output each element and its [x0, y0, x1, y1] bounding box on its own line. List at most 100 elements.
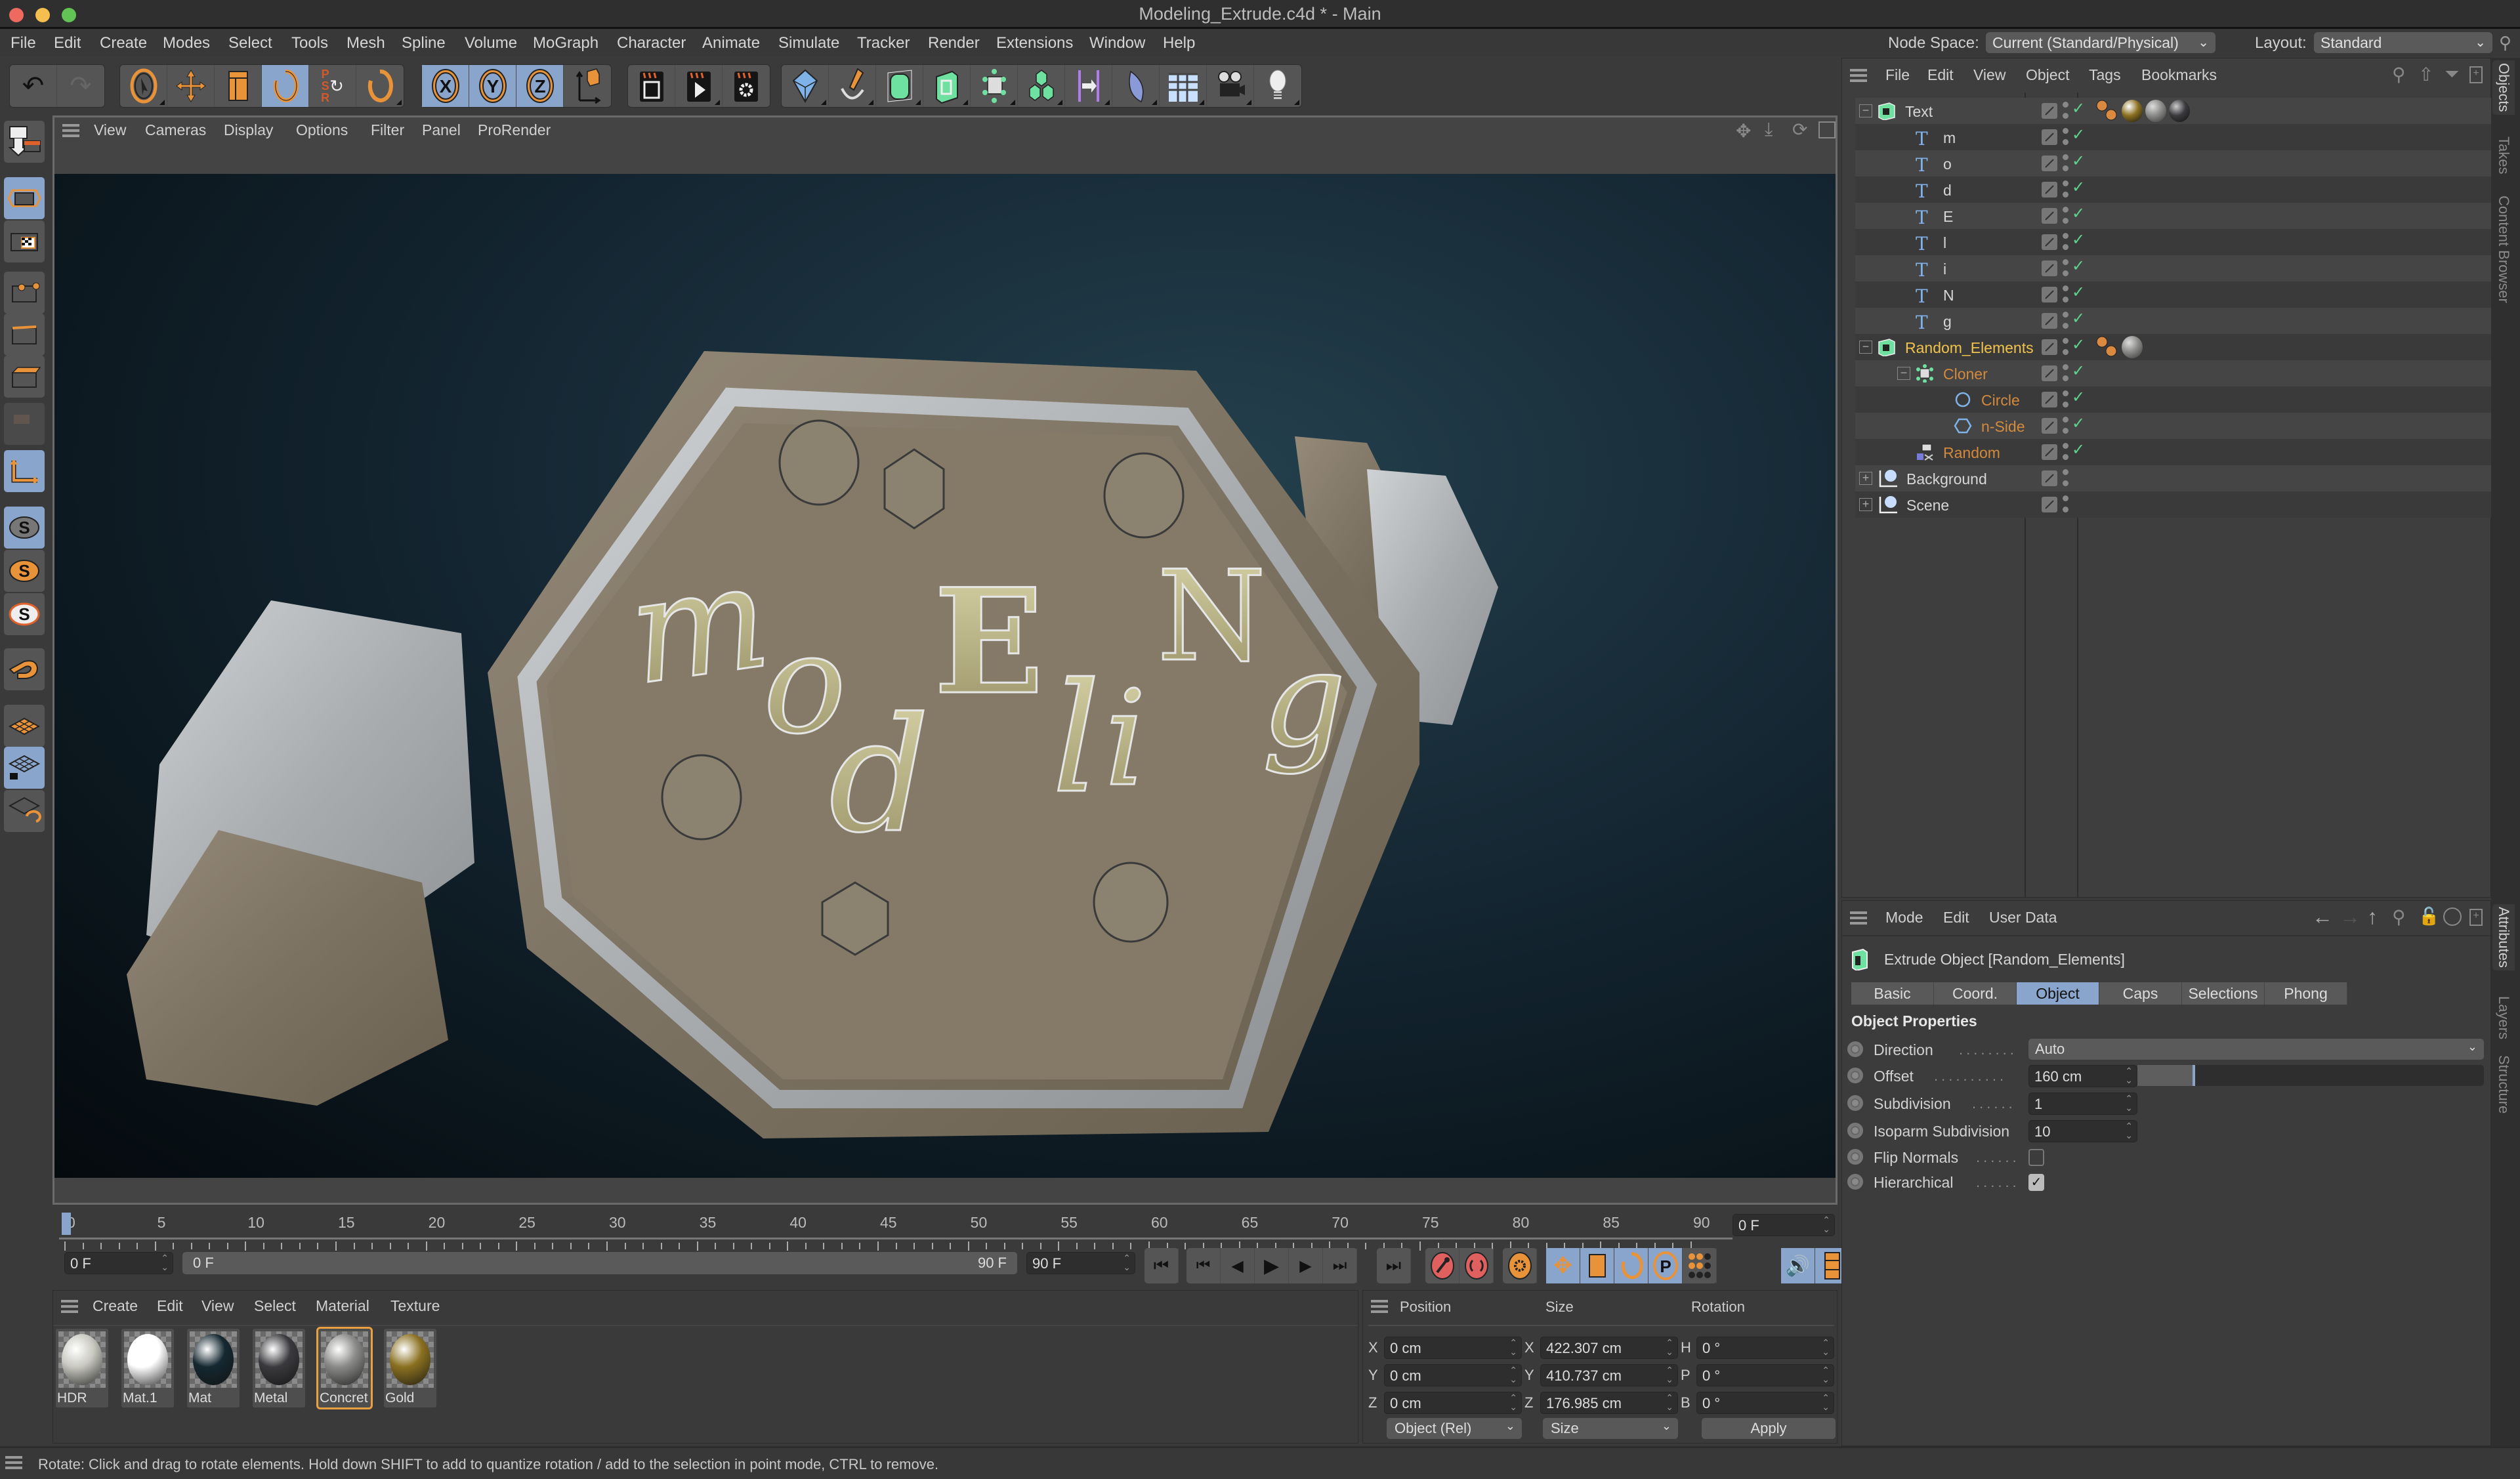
- object-row-g[interactable]: Tg ✓: [1855, 308, 2492, 334]
- tab-phong[interactable]: Phong: [2265, 982, 2347, 1005]
- object-menu-file[interactable]: File: [1885, 66, 1910, 84]
- gold-mat-tag-icon[interactable]: [2122, 100, 2143, 122]
- status-menu-icon[interactable]: [5, 1456, 22, 1469]
- menu-volume[interactable]: Volume: [465, 34, 517, 52]
- menu-simulate[interactable]: Simulate: [778, 34, 839, 52]
- fracture-button[interactable]: [1018, 65, 1065, 107]
- tab-selections[interactable]: Selections: [2182, 982, 2265, 1005]
- phong-tag-icon[interactable]: [2095, 99, 2118, 123]
- play-button[interactable]: ▶: [1255, 1248, 1289, 1283]
- concrete-mat-tag-icon[interactable]: [2145, 100, 2166, 122]
- spinner-icon[interactable]: ⌃ ⌄: [1822, 1215, 1830, 1234]
- tab-basic[interactable]: Basic: [1851, 982, 1934, 1005]
- side-tab-takes[interactable]: Takes: [2495, 136, 2512, 174]
- cube-button[interactable]: [782, 65, 829, 107]
- animate-dot-icon[interactable]: [1847, 1123, 1863, 1138]
- enabled-check-icon[interactable]: ✓: [2072, 362, 2085, 381]
- metal-mat-tag-icon[interactable]: [2169, 100, 2190, 122]
- visibility-dots-icon[interactable]: [2063, 207, 2069, 225]
- position-y-field[interactable]: 0 cm ⌃ ⌄: [1384, 1364, 1522, 1386]
- object-name[interactable]: d: [1943, 182, 1952, 199]
- viewport-menu-prorender[interactable]: ProRender: [478, 121, 551, 139]
- object-menu-bookmarks[interactable]: Bookmarks: [2141, 66, 2217, 84]
- y-axis-lock-button[interactable]: Y: [469, 65, 516, 107]
- object-row-scene[interactable]: + Scene: [1855, 491, 2492, 518]
- material-menu-create[interactable]: Create: [93, 1297, 138, 1315]
- menu-select[interactable]: Select: [228, 34, 272, 52]
- symmetry-deformer-button[interactable]: [1065, 65, 1112, 107]
- back-arrow-icon[interactable]: ←: [2312, 905, 2333, 929]
- recent-tool-button[interactable]: [356, 65, 404, 107]
- layer-edit-icon[interactable]: [2042, 497, 2057, 512]
- flip-normals-checkbox[interactable]: [2028, 1149, 2044, 1166]
- visibility-dots-icon[interactable]: [2063, 259, 2069, 278]
- side-tab-structure[interactable]: Structure: [2495, 1055, 2512, 1114]
- object-name[interactable]: Circle: [1981, 392, 2020, 409]
- tab-coord[interactable]: Coord.: [1934, 982, 2017, 1005]
- object-name[interactable]: Background: [1906, 470, 1987, 488]
- layer-edit-icon[interactable]: [2042, 208, 2057, 224]
- animate-dot-icon[interactable]: [1847, 1068, 1863, 1083]
- size-x-field[interactable]: 422.307 cm ⌃ ⌄: [1540, 1337, 1678, 1359]
- pan-icon[interactable]: ✥: [1736, 120, 1751, 142]
- object-row-d[interactable]: Td ✓: [1855, 177, 2492, 203]
- attribute-menu-mode[interactable]: Mode: [1885, 909, 1923, 927]
- layer-edit-icon[interactable]: [2042, 365, 2057, 381]
- attribute-menu-icon[interactable]: [1850, 911, 1867, 925]
- locked-workplane-button[interactable]: [4, 747, 45, 789]
- direction-dropdown[interactable]: Auto ⌄: [2028, 1039, 2484, 1060]
- uv-mode-button[interactable]: [4, 403, 45, 445]
- side-tab-content-browser[interactable]: Content Browser: [2495, 196, 2512, 303]
- object-row-circle[interactable]: Circle ✓: [1855, 386, 2492, 413]
- material-swatch[interactable]: Metal: [253, 1329, 305, 1407]
- next-key-button[interactable]: ⏭: [1323, 1248, 1357, 1283]
- object-menu-view[interactable]: View: [1973, 66, 2006, 84]
- object-row-o[interactable]: To ✓: [1855, 150, 2492, 177]
- size-z-field[interactable]: 176.985 cm ⌃ ⌄: [1540, 1392, 1678, 1414]
- object-row-text[interactable]: − Text ✓: [1855, 98, 2492, 124]
- object-name[interactable]: i: [1943, 260, 1946, 278]
- current-frame-field[interactable]: 0 F ⌃ ⌄: [1732, 1214, 1835, 1236]
- object-menu-object[interactable]: Object: [2026, 66, 2069, 84]
- phong-tag-icon[interactable]: [2095, 335, 2118, 359]
- range-slider[interactable]: 0 F 90 F: [182, 1252, 1017, 1274]
- object-name[interactable]: g: [1943, 313, 1952, 331]
- visibility-dots-icon[interactable]: [2063, 154, 2069, 173]
- enabled-check-icon[interactable]: ✓: [2072, 204, 2085, 223]
- x-axis-lock-button[interactable]: X: [422, 65, 469, 107]
- viewport-menu-options[interactable]: Options: [296, 121, 348, 139]
- menu-animate[interactable]: Animate: [702, 34, 760, 52]
- enabled-check-icon[interactable]: ✓: [2072, 125, 2085, 144]
- material-swatch[interactable]: Mat: [187, 1329, 240, 1407]
- render-settings-button[interactable]: [723, 65, 770, 107]
- workplane-button[interactable]: [4, 705, 45, 747]
- record-key-button[interactable]: [1425, 1248, 1460, 1283]
- material-menu-select[interactable]: Select: [254, 1297, 296, 1315]
- live-selection-button[interactable]: [120, 65, 167, 107]
- subdivision-field[interactable]: 1 ⌃ ⌄: [2028, 1093, 2137, 1115]
- enabled-check-icon[interactable]: ✓: [2072, 414, 2085, 433]
- animate-dot-icon[interactable]: [1847, 1095, 1863, 1111]
- isoparm-field[interactable]: 10 ⌃ ⌄: [2028, 1120, 2137, 1142]
- object-row-cloner[interactable]: − Cloner ✓: [1855, 360, 2492, 386]
- animate-dot-icon[interactable]: [1847, 1174, 1863, 1190]
- enabled-check-icon[interactable]: ✓: [2072, 152, 2085, 171]
- menu-extensions[interactable]: Extensions: [996, 34, 1073, 52]
- prev-frame-button[interactable]: ◀: [1221, 1248, 1255, 1283]
- size-y-field[interactable]: 410.737 cm ⌃ ⌄: [1540, 1364, 1678, 1386]
- side-tab-layers[interactable]: Layers: [2495, 996, 2512, 1039]
- solo-off-button[interactable]: S: [4, 507, 45, 549]
- enabled-check-icon[interactable]: ✓: [2072, 99, 2085, 118]
- material-menu-view[interactable]: View: [201, 1297, 234, 1315]
- tab-object[interactable]: Object: [2017, 982, 2099, 1005]
- spinner-icon[interactable]: ⌃ ⌄: [1509, 1338, 1517, 1356]
- spinner-icon[interactable]: ⌃ ⌄: [1509, 1393, 1517, 1411]
- key-scale-button[interactable]: [1580, 1248, 1614, 1283]
- timeline-ruler[interactable]: 0 5 10 15 20 25 30 35 40 45 50 55 60 65 70 75 80 85 90: [52, 1205, 1732, 1251]
- new-window-icon[interactable]: +: [2469, 66, 2483, 83]
- expand-icon[interactable]: +: [1859, 472, 1872, 485]
- menu-spline[interactable]: Spline: [402, 34, 446, 52]
- spinner-icon[interactable]: ⌃ ⌄: [1666, 1393, 1673, 1411]
- end-frame-field[interactable]: 90 F ⌃ ⌄: [1026, 1252, 1135, 1274]
- enabled-check-icon[interactable]: ✓: [2072, 388, 2085, 407]
